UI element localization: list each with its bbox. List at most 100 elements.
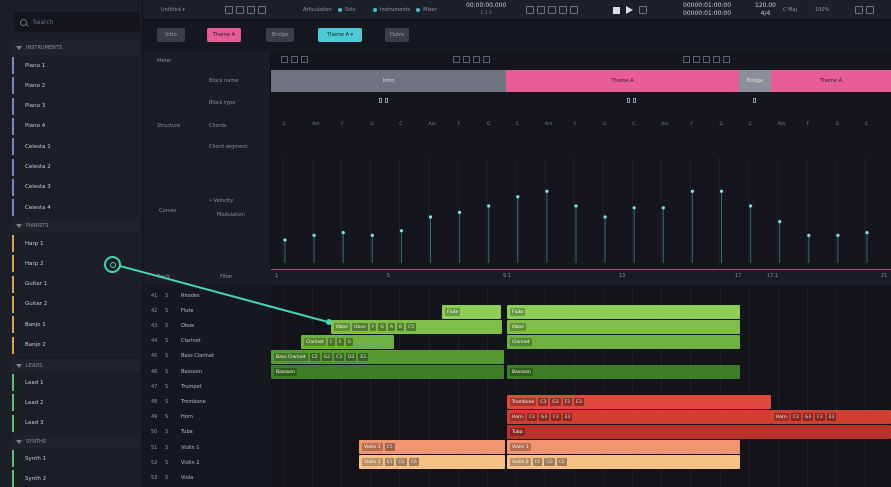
midi-clip[interactable]: Bassoon [507,365,740,379]
meter-icon[interactable] [291,56,298,63]
note-chip[interactable]: A [387,323,396,331]
drag-handle[interactable] [104,256,121,273]
velocity-point[interactable] [807,233,811,237]
pencil-tool-icon[interactable] [225,6,233,14]
track-row[interactable]: 52 S Violin 2 [143,455,271,470]
velocity-point[interactable] [661,206,665,210]
midi-clip[interactable]: Flute [507,305,740,319]
note-chip[interactable]: E3 [562,413,573,421]
sidebar-item[interactable]: Banjo 1 [12,315,140,336]
block-tool-icon[interactable] [483,56,490,63]
sidebar-item[interactable]: Lead 3 [12,414,140,434]
note-chip[interactable]: G2 [321,353,332,361]
sidebar-item[interactable]: Lead 2 [12,393,140,414]
velocity-point[interactable] [283,238,287,242]
block-tool-icon[interactable] [693,56,700,63]
midi-clip[interactable]: Clarinet [507,335,740,349]
solo-toggle[interactable]: S [165,353,173,359]
track-row[interactable]: 44 S Clarinet [143,334,271,349]
note-chip[interactable]: E [336,338,344,346]
solo-toggle[interactable]: S [165,414,173,420]
block-type-icon[interactable] [633,98,636,103]
chord-label[interactable]: G [603,122,607,127]
track-row[interactable]: 51 S Violin 1 [143,440,271,455]
zoom-display[interactable]: 100% [815,0,829,20]
section-tab[interactable]: Theme A [207,28,241,42]
filter-label[interactable]: Filter [220,274,232,280]
sidebar-item[interactable]: Celesta 2 [12,158,140,178]
timeline-ruler[interactable]: 1 5 9.1 13 17 17.1 21 [271,269,891,285]
section-tab[interactable]: Bridge [266,28,294,42]
block-tool-icon[interactable] [453,56,460,63]
midi-clip[interactable]: Oboe [507,320,740,334]
structure-block[interactable]: Intro [271,70,506,92]
block-tool-icon[interactable] [713,56,720,63]
velocity-point[interactable] [341,231,345,235]
velocity-point[interactable] [603,215,607,219]
velocity-point[interactable] [458,210,462,214]
search-input[interactable]: Search [14,12,140,32]
sidebar-item[interactable]: Harp 1 [12,234,140,254]
velocity-point[interactable] [370,233,374,237]
track-row[interactable]: 42 S Flute [143,303,271,318]
sidebar-item[interactable]: Piano 1 [12,56,140,76]
meter-icon[interactable] [301,56,308,63]
solo-toggle[interactable]: S [165,445,173,451]
loop-tool-icon[interactable] [258,6,266,14]
track-row[interactable]: 48 S Trombone [143,394,271,409]
sidebar-group-instruments[interactable]: INSTRUMENTS [12,41,140,55]
record-loop-icon[interactable] [639,6,647,14]
note-chip[interactable]: C6 [408,458,419,466]
track-row[interactable]: 43 S Oboe [143,318,271,333]
count-in-icon[interactable] [559,6,567,14]
section-tab[interactable]: Outro [385,28,409,42]
velocity-point[interactable] [836,233,840,237]
chord-label[interactable]: G [487,122,491,127]
note-chip[interactable]: G5 [544,458,555,466]
track-row[interactable]: 49 S Horn [143,410,271,425]
midi-clip[interactable]: Violin 1 [507,440,740,454]
velocity-point[interactable] [428,215,433,219]
chord-label[interactable]: F [341,122,344,127]
note-chip[interactable]: C3 [790,413,801,421]
midi-clip[interactable]: Bassoon [271,365,504,379]
structure-block[interactable]: Theme A [506,70,739,92]
redo-icon[interactable] [537,6,545,14]
block-type-icon[interactable] [753,98,756,103]
chord-label[interactable]: C [283,122,286,127]
block-type-icon[interactable] [385,98,388,103]
arrangement-grid[interactable]: Flute Flute Oboe Oboe F G A B C5 Oboe Clarinet C E G C… [271,285,891,487]
velocity-point[interactable] [749,204,753,208]
note-chip[interactable]: B [397,323,405,331]
block-tool-icon[interactable] [703,56,710,63]
sidebar-item[interactable]: Guitar 2 [12,295,140,315]
chord-label[interactable]: C [749,122,752,127]
note-chip[interactable]: C3 [333,353,344,361]
sidebar-item[interactable]: Lead 1 [12,373,140,393]
solo-toggle[interactable]: S [165,369,173,375]
sidebar-item[interactable]: Synth 1 [12,449,140,469]
note-chip[interactable]: C3 [538,398,549,406]
tempo-display[interactable]: 120.00 4/4 [755,0,776,20]
chord-label[interactable]: G [836,122,840,127]
sidebar-group-pianists[interactable]: PIANISTS [12,219,140,233]
key-display[interactable]: C Maj [783,0,797,20]
velocity-point[interactable] [778,220,782,224]
chord-label[interactable]: Am [545,122,552,127]
cut-tool-icon[interactable] [247,6,255,14]
chord-label[interactable]: C [516,122,519,127]
midi-clip[interactable]: Tuba [507,425,891,439]
midi-clip[interactable]: Trombone C3 G3 F3 E3 [507,395,771,409]
solo-toggle[interactable]: S [165,323,173,329]
note-chip[interactable]: G3 [802,413,814,421]
solo-toggle[interactable]: S [165,338,173,344]
note-chip[interactable]: F [369,323,377,331]
sidebar-item[interactable]: Guitar 1 [12,275,140,295]
block-tool-icon[interactable] [463,56,470,63]
velocity-point[interactable] [719,189,724,193]
solo-toggle[interactable]: S [165,429,173,435]
midi-clip[interactable]: Violin 2 E5 G5 C6 [507,455,740,469]
chord-label[interactable]: C [632,122,635,127]
section-tab[interactable]: Theme A ▾ [318,28,362,42]
sidebar-item[interactable]: Celesta 4 [12,198,140,219]
